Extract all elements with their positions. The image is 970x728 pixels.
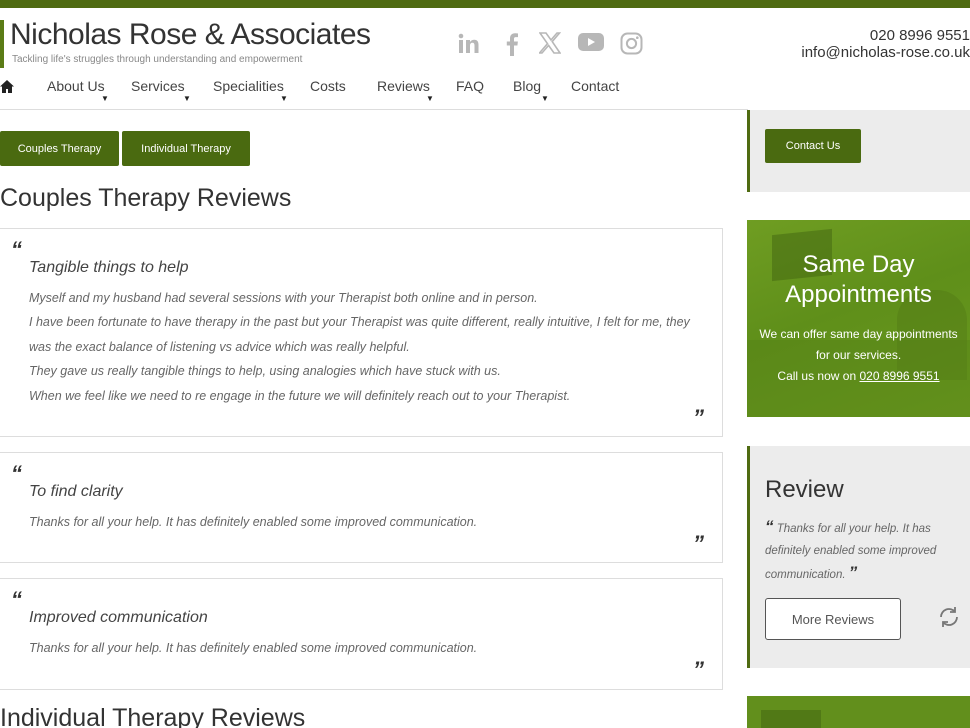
close-quote-icon: ” bbox=[693, 657, 704, 682]
review-card: “ Tangible things to help Myself and my … bbox=[0, 228, 723, 437]
review-card: “ To find clarity Thanks for all your he… bbox=[0, 452, 723, 563]
review-text: Thanks for all your help. It has definit… bbox=[29, 510, 699, 534]
top-accent-bar bbox=[0, 0, 970, 8]
review-title: To find clarity bbox=[29, 483, 123, 500]
sidebar-review-title: Review bbox=[765, 476, 844, 503]
review-text: Myself and my husband had several sessio… bbox=[29, 286, 699, 408]
promo-phone-link[interactable]: 020 8996 9551 bbox=[859, 369, 939, 383]
nav-specialities[interactable]: Specialities bbox=[213, 78, 284, 94]
nav-services[interactable]: Services bbox=[131, 78, 185, 94]
refresh-icon[interactable] bbox=[937, 605, 961, 634]
chevron-down-icon: ▼ bbox=[280, 94, 288, 103]
promo-description: We can offer same day appointments for o… bbox=[759, 327, 958, 362]
close-quote-icon: ” bbox=[693, 531, 704, 556]
nav-faq[interactable]: FAQ bbox=[456, 78, 484, 94]
logo-accent bbox=[0, 20, 4, 68]
promo-background-art bbox=[761, 710, 821, 728]
review-title: Improved communication bbox=[29, 609, 208, 626]
nav-blog[interactable]: Blog bbox=[513, 78, 541, 94]
review-paragraph: Thanks for all your help. It has definit… bbox=[29, 641, 478, 655]
review-paragraph: Thanks for all your help. It has definit… bbox=[29, 515, 478, 529]
chevron-down-icon: ▼ bbox=[426, 94, 434, 103]
chevron-down-icon: ▼ bbox=[183, 94, 191, 103]
youtube-icon[interactable] bbox=[578, 32, 604, 52]
header-email[interactable]: info@nicholas-rose.co.uk bbox=[801, 44, 970, 61]
nav-contact[interactable]: Contact bbox=[571, 78, 619, 94]
close-quote-icon: ” bbox=[693, 405, 704, 430]
instagram-icon[interactable] bbox=[620, 32, 643, 55]
tab-individual-therapy[interactable]: Individual Therapy bbox=[122, 131, 250, 166]
review-paragraph: I have been fortunate to have therapy in… bbox=[29, 315, 690, 354]
nav-reviews[interactable]: Reviews bbox=[377, 78, 430, 94]
review-paragraph: When we feel like we need to re engage i… bbox=[29, 388, 571, 403]
review-card: “ Improved communication Thanks for all … bbox=[0, 578, 723, 690]
close-quote-icon: ” bbox=[848, 563, 858, 582]
nav-about-us[interactable]: About Us bbox=[47, 78, 105, 94]
header-contact: 020 8996 9551 info@nicholas-rose.co.uk bbox=[801, 27, 970, 61]
review-paragraph: Myself and my husband had several sessio… bbox=[29, 291, 538, 305]
open-quote-icon: “ bbox=[11, 587, 22, 612]
open-quote-icon: “ bbox=[765, 517, 774, 536]
facebook-icon[interactable] bbox=[505, 32, 519, 56]
main-nav: About Us ▼ Services ▼ Specialities ▼ Cos… bbox=[0, 78, 748, 103]
x-icon[interactable] bbox=[539, 32, 561, 54]
tab-couples-therapy[interactable]: Couples Therapy bbox=[0, 131, 119, 166]
promo-text: We can offer same day appointments for o… bbox=[757, 324, 960, 387]
more-reviews-button[interactable]: More Reviews bbox=[765, 598, 901, 640]
review-title: Tangible things to help bbox=[29, 259, 189, 276]
site-logo-title[interactable]: Nicholas Rose & Associates bbox=[10, 18, 371, 52]
same-day-promo: Same Day Appointments We can offer same … bbox=[747, 220, 970, 417]
contact-us-button[interactable]: Contact Us bbox=[765, 129, 861, 163]
review-text: Thanks for all your help. It has definit… bbox=[29, 636, 699, 660]
home-icon[interactable] bbox=[0, 80, 14, 96]
header-phone[interactable]: 020 8996 9551 bbox=[801, 27, 970, 44]
nav-costs[interactable]: Costs bbox=[310, 78, 346, 94]
site-tagline: Tackling life's struggles through unders… bbox=[12, 54, 303, 65]
promo-call-prefix: Call us now on bbox=[777, 369, 857, 383]
chevron-down-icon: ▼ bbox=[101, 94, 109, 103]
review-paragraph: They gave us really tangible things to h… bbox=[29, 364, 501, 379]
promo-title: Same Day Appointments bbox=[785, 251, 932, 308]
open-quote-icon: “ bbox=[11, 461, 22, 486]
nav-divider bbox=[0, 109, 748, 110]
sidebar-image-promo bbox=[747, 696, 970, 728]
open-quote-icon: “ bbox=[11, 237, 22, 262]
couples-reviews-title: Couples Therapy Reviews bbox=[0, 184, 292, 212]
sidebar-review-quote: “ Thanks for all your help. It has defin… bbox=[765, 516, 945, 586]
chevron-down-icon: ▼ bbox=[541, 94, 549, 103]
individual-reviews-title: Individual Therapy Reviews bbox=[0, 704, 306, 728]
linkedin-icon[interactable] bbox=[457, 32, 481, 56]
